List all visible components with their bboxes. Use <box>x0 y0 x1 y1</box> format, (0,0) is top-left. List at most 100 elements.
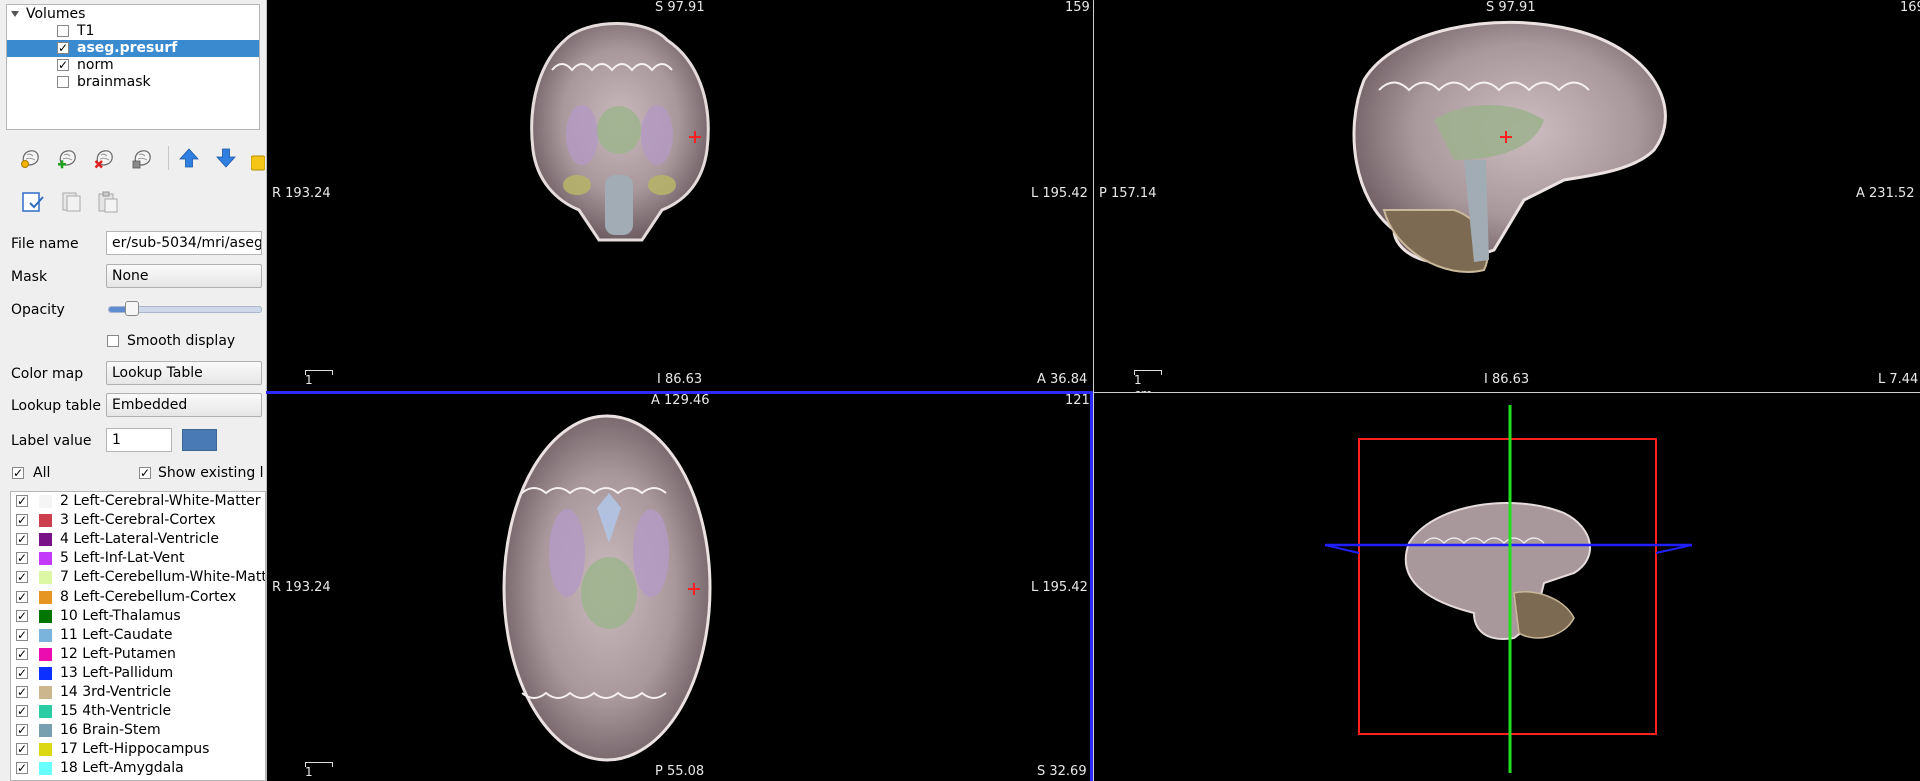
layer-item-t1[interactable]: T1 <box>7 23 259 40</box>
label-visible-checkbox[interactable]: ✓ <box>16 552 28 565</box>
lookup-table-label: Lookup table <box>11 398 102 414</box>
view-divider-vertical <box>1093 0 1094 781</box>
layer-norm-checkbox[interactable]: ✓ <box>57 59 69 71</box>
label-list-item[interactable]: ✓ 13 Left-Pallidum <box>11 664 265 683</box>
label-list-item[interactable]: ✓ 17 Left-Hippocampus <box>11 740 265 759</box>
label-list-item[interactable]: ✓ 14 3rd-Ventricle <box>11 683 265 702</box>
label-visible-checkbox[interactable]: ✓ <box>16 666 28 679</box>
coronal-slice-number: 159 <box>1065 0 1090 15</box>
move-down-icon[interactable] <box>214 146 238 170</box>
save-volume-icon[interactable] <box>131 146 155 170</box>
layer-tree[interactable]: Volumes T1 ✓ aseg.presurf ✓ norm brainma… <box>6 4 260 130</box>
all-checkbox[interactable]: ✓ <box>12 467 24 479</box>
coronal-view[interactable]: S 97.91 159 R 193.24 L 195.42 I 86.63 A … <box>267 0 1093 392</box>
label-list-item[interactable]: ✓ 15 4th-Ventricle <box>11 702 265 721</box>
label-text: 17 Left-Hippocampus <box>60 741 210 758</box>
label-text: 5 Left-Inf-Lat-Vent <box>60 550 185 567</box>
label-text: 12 Left-Putamen <box>60 645 176 662</box>
label-visible-checkbox[interactable]: ✓ <box>16 628 28 641</box>
label-color-swatch <box>39 666 52 680</box>
label-list-item[interactable]: ✓ 2 Left-Cerebral-White-Matter <box>11 492 265 511</box>
label-visible-checkbox[interactable]: ✓ <box>16 571 28 584</box>
layer-brainmask-checkbox[interactable] <box>57 76 69 88</box>
select-all-icon[interactable] <box>21 190 45 214</box>
layer-item-norm[interactable]: ✓ norm <box>7 57 259 74</box>
cursor-crosshair <box>1500 131 1512 143</box>
collapse-arrow-icon[interactable] <box>11 11 19 17</box>
label-visible-checkbox[interactable]: ✓ <box>16 705 28 718</box>
layer-aseg-checkbox[interactable]: ✓ <box>57 42 69 54</box>
coronal-right-coord: L 195.42 <box>1031 186 1088 201</box>
mask-combo[interactable]: None <box>106 264 262 288</box>
layer-item-brainmask[interactable]: brainmask <box>7 74 259 91</box>
cursor-crosshair <box>689 131 701 143</box>
sagittal-corner-coord: L 7.44 <box>1878 372 1919 387</box>
file-name-field[interactable]: er/sub-5034/mri/aseg.p <box>106 231 262 255</box>
tree-header-volumes[interactable]: Volumes <box>11 6 85 23</box>
layer-item-label: brainmask <box>77 74 151 90</box>
scale-label: 1 cm <box>305 373 323 392</box>
label-visible-checkbox[interactable]: ✓ <box>16 533 28 546</box>
label-list[interactable]: ✓ 2 Left-Cerebral-White-Matter ✓ 3 Left-Cer… <box>10 491 266 781</box>
label-color-swatch <box>39 743 52 757</box>
color-map-combo[interactable]: Lookup Table <box>106 361 262 385</box>
label-text: 4 Left-Lateral-Ventricle <box>60 531 219 548</box>
lookup-table-combo[interactable]: Embedded <box>106 393 262 417</box>
label-list-item[interactable]: ✓ 3 Left-Cerebral-Cortex <box>11 511 265 530</box>
label-visible-checkbox[interactable]: ✓ <box>16 743 28 756</box>
move-up-icon[interactable] <box>177 146 201 170</box>
scale-label: 1 cm <box>305 765 323 781</box>
cursor-crosshair <box>688 583 700 595</box>
label-list-item[interactable]: ✓ 12 Left-Putamen <box>11 645 265 664</box>
label-visible-checkbox[interactable]: ✓ <box>16 590 28 603</box>
layer-item-aseg-presurf[interactable]: ✓ aseg.presurf <box>7 40 259 57</box>
label-text: 16 Brain-Stem <box>60 722 161 739</box>
lock-icon[interactable] <box>251 150 265 174</box>
label-list-item[interactable]: ✓ 5 Left-Inf-Lat-Vent <box>11 549 265 568</box>
label-list-item[interactable]: ✓ 11 Left-Caudate <box>11 626 265 645</box>
opacity-label: Opacity <box>11 302 65 318</box>
label-list-item[interactable]: ✓ 16 Brain-Stem <box>11 721 265 740</box>
label-color-swatch <box>39 705 52 719</box>
opacity-slider-handle[interactable] <box>124 301 139 316</box>
label-visible-checkbox[interactable]: ✓ <box>16 609 28 622</box>
load-volume-icon[interactable] <box>19 146 43 170</box>
3d-view[interactable] <box>1094 393 1920 781</box>
label-visible-checkbox[interactable]: ✓ <box>16 686 28 698</box>
smooth-display-checkbox[interactable] <box>107 335 119 347</box>
label-visible-checkbox[interactable]: ✓ <box>16 724 28 737</box>
show-existing-checkbox[interactable]: ✓ <box>139 467 151 479</box>
sagittal-view[interactable]: S 97.91 169 P 157.14 A 231.52 I 86.63 L … <box>1094 0 1920 392</box>
label-list-item[interactable]: ✓ 7 Left-Cerebellum-White-Matt <box>11 568 266 587</box>
label-value-field[interactable]: 1 <box>106 428 172 452</box>
layer-t1-checkbox[interactable] <box>57 25 69 37</box>
label-text: 3 Left-Cerebral-Cortex <box>60 512 216 529</box>
opacity-slider[interactable] <box>108 301 262 316</box>
label-color-swatch <box>39 533 52 547</box>
all-label: All <box>33 465 51 481</box>
label-color-swatch <box>39 495 52 508</box>
label-list-item[interactable]: ✓ 10 Left-Thalamus <box>11 607 265 626</box>
label-visible-checkbox[interactable]: ✓ <box>16 495 28 507</box>
label-list-item[interactable]: ✓ 18 Left-Amygdala <box>11 759 265 778</box>
label-value-label: Label value <box>11 433 92 449</box>
paste-icon[interactable] <box>96 190 120 214</box>
label-color-swatch <box>39 647 52 661</box>
label-visible-checkbox[interactable]: ✓ <box>16 762 28 775</box>
label-color-swatch[interactable] <box>182 429 217 451</box>
label-visible-checkbox[interactable]: ✓ <box>16 647 28 660</box>
label-visible-checkbox[interactable]: ✓ <box>16 514 28 527</box>
axial-right-coord: L 195.42 <box>1031 580 1088 595</box>
label-list-item[interactable]: ✓ 8 Left-Cerebellum-Cortex <box>11 588 265 607</box>
label-text: 7 Left-Cerebellum-White-Matt <box>60 569 266 586</box>
toolbar-separator <box>168 146 169 170</box>
close-volume-icon[interactable] <box>93 146 117 170</box>
axial-bottom-coord: P 55.08 <box>655 764 705 779</box>
axial-view[interactable]: A 129.46 121 R 193.24 L 195.42 P 55.08 S… <box>267 393 1093 781</box>
copy-icon[interactable] <box>59 190 83 214</box>
new-volume-icon[interactable] <box>56 146 80 170</box>
axial-top-coord: A 129.46 <box>651 393 710 408</box>
sagittal-top-coord: S 97.91 <box>1486 0 1536 15</box>
label-list-item[interactable]: ✓ 4 Left-Lateral-Ventricle <box>11 530 265 549</box>
3d-render <box>1324 405 1693 773</box>
